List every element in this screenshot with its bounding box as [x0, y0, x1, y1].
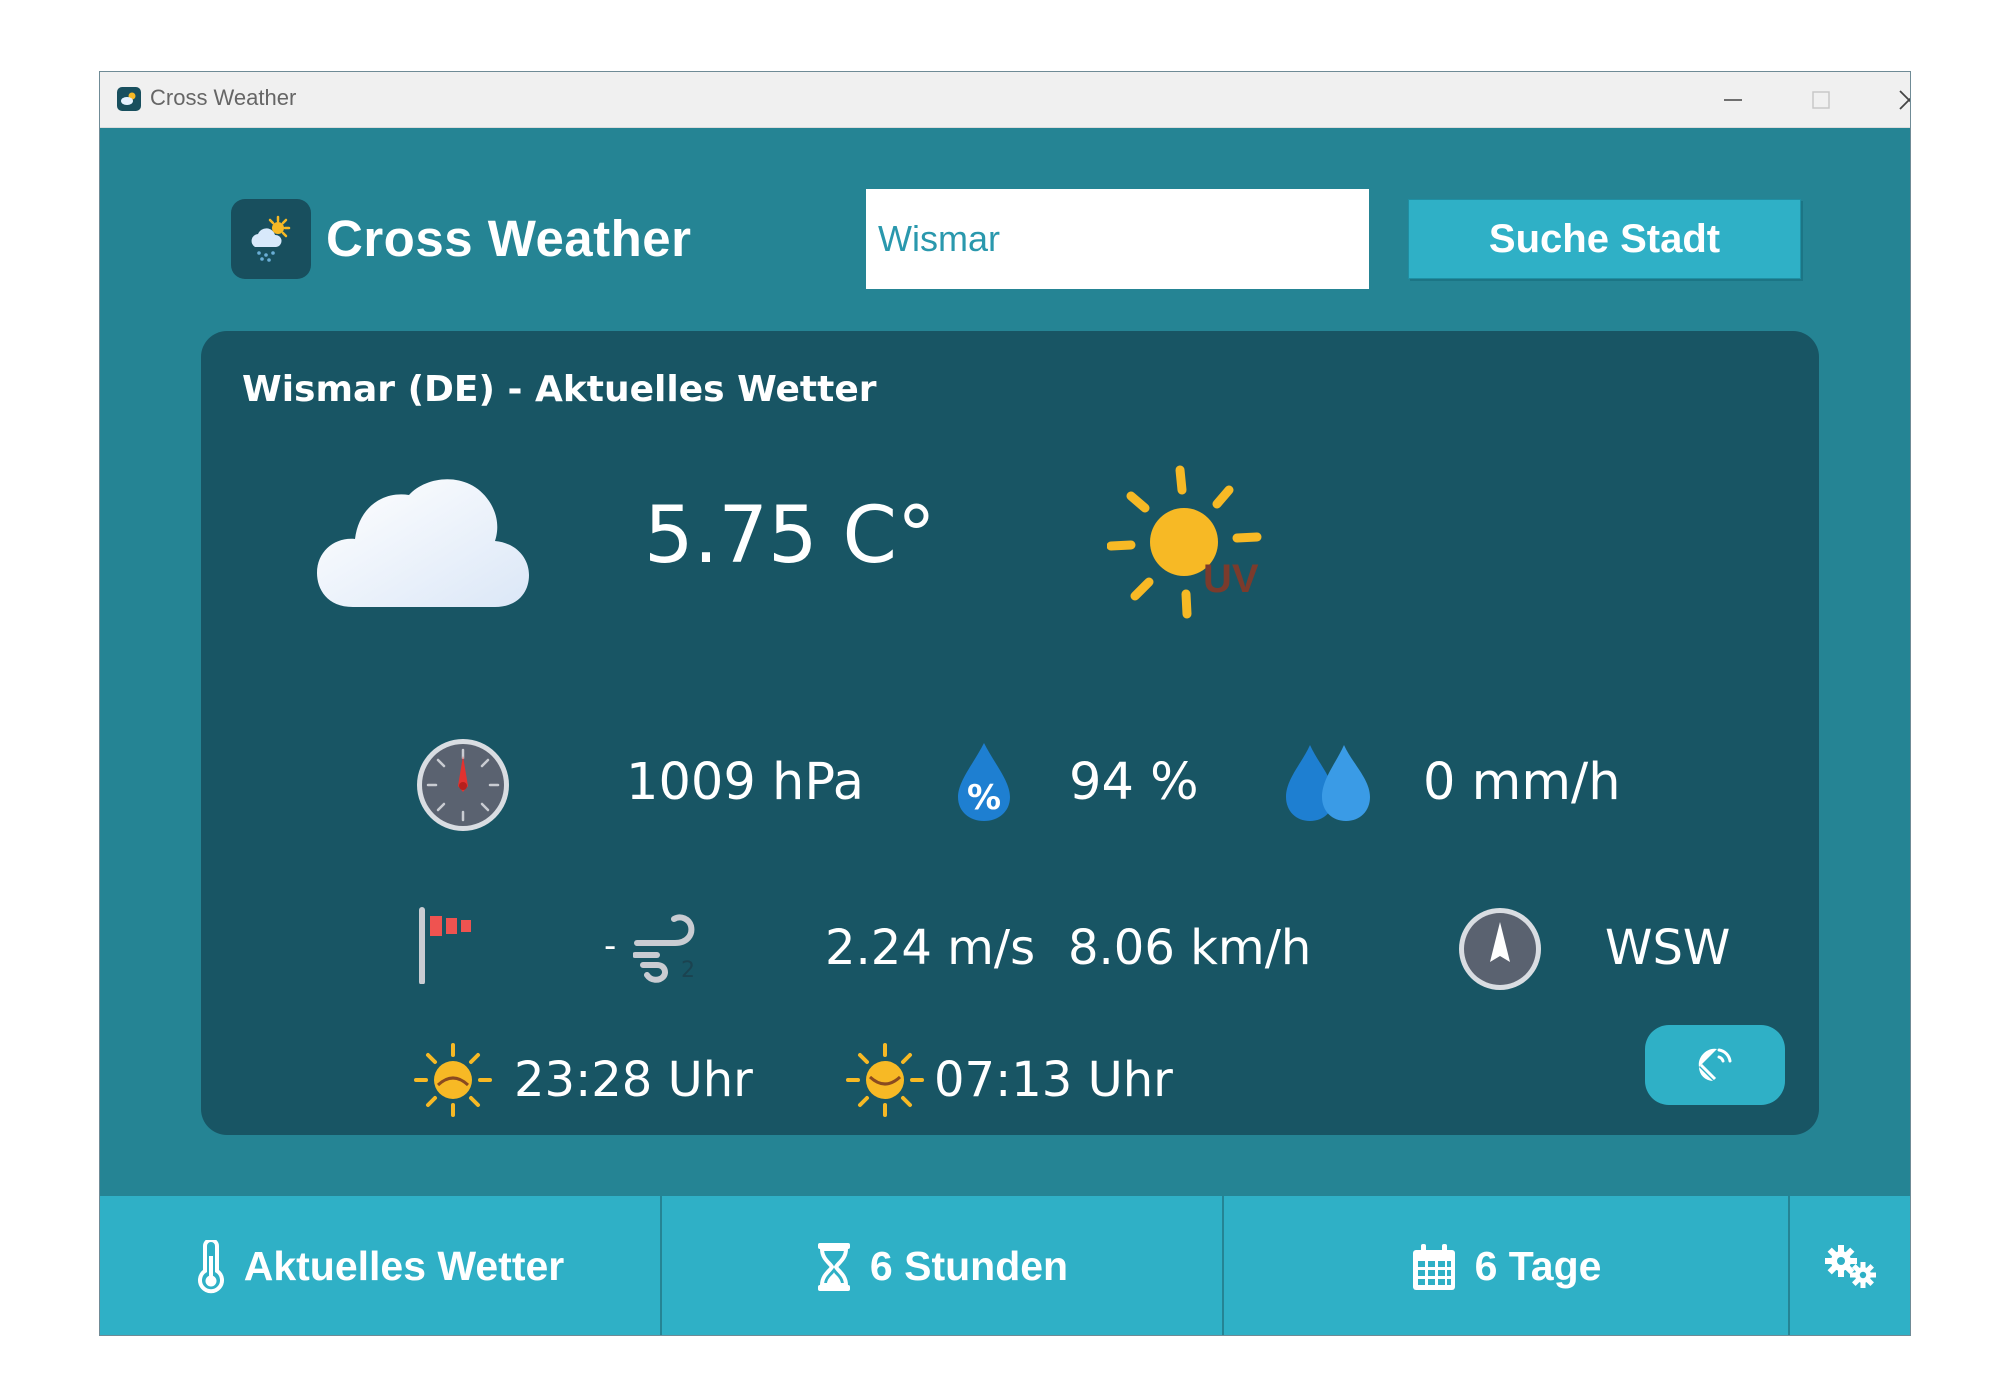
uv-label: UV: [1203, 557, 1259, 601]
window-title: Cross Weather: [150, 85, 297, 110]
minimize-button[interactable]: [1690, 72, 1776, 128]
close-icon: [1899, 90, 1910, 110]
precipitation-value: 0 mm/h: [1423, 753, 1621, 812]
maximize-button[interactable]: [1778, 72, 1864, 128]
tab-current-weather[interactable]: Aktuelles Wetter: [100, 1196, 662, 1335]
humidity-drop-icon: %: [958, 743, 1010, 821]
pressure-value: 1009 hPa: [626, 753, 865, 812]
humidity-value: 94 %: [1069, 753, 1199, 812]
tab-current-weather-label: Aktuelles Wetter: [243, 1243, 565, 1289]
sunset-icon: [846, 1043, 924, 1117]
wind-direction-value: WSW: [1605, 920, 1731, 976]
humidity-icon-label: %: [967, 778, 1001, 818]
tab-six-days-label: 6 Tage: [1474, 1243, 1602, 1289]
app-logo: [231, 199, 311, 279]
tab-six-hours-label: 6 Stunden: [869, 1243, 1069, 1289]
title-bar: Cross Weather: [100, 72, 1910, 128]
calendar-icon: [1412, 1243, 1455, 1290]
search-city-button[interactable]: Suche Stadt: [1408, 199, 1801, 279]
uv-sun-icon: UV: [1107, 465, 1262, 619]
satellite-dish-icon: [1698, 1048, 1732, 1081]
cloud-icon: [317, 479, 529, 607]
wind-icon: 2: [633, 914, 695, 983]
compass-icon: [1459, 908, 1541, 990]
close-button[interactable]: [1866, 72, 1910, 128]
location-heading: Wismar (DE) - Aktuelles Wetter: [242, 369, 877, 410]
app-title: Cross Weather: [326, 210, 692, 267]
tab-six-days[interactable]: 6 Tage: [1224, 1196, 1790, 1335]
sunset-time: 07:13 Uhr: [934, 1052, 1173, 1108]
windsock-icon: [419, 907, 471, 984]
temperature-value: 5.75 C°: [644, 491, 936, 581]
bottom-navigation: Aktuelles Wetter 6 Stunden 6 Tage: [100, 1195, 1910, 1335]
app-window: Cross Weather Cross Weather Suche Stadt …: [99, 71, 1911, 1336]
sunrise-icon: [414, 1043, 492, 1117]
app-icon: [117, 87, 141, 111]
wind-level-sub: 2: [681, 958, 695, 983]
precipitation-drops-icon: [1286, 745, 1370, 821]
current-weather-card: Wismar (DE) - Aktuelles Wetter 5.75 C° U…: [201, 331, 1819, 1135]
weather-logo-icon: [251, 215, 291, 262]
gears-icon: [1825, 1244, 1876, 1288]
thermometer-icon: [197, 1239, 224, 1293]
hourglass-icon: [817, 1242, 850, 1291]
wind-speed-kmh: 8.06 km/h: [1068, 920, 1312, 976]
barometer-icon: [417, 739, 509, 831]
minimize-icon: [1724, 99, 1742, 101]
tab-six-hours[interactable]: 6 Stunden: [662, 1196, 1224, 1335]
sunrise-time: 23:28 Uhr: [514, 1052, 753, 1108]
wind-level-value: -: [604, 926, 617, 966]
city-search-input[interactable]: [866, 189, 1369, 289]
wind-speed-ms: 2.24 m/s: [825, 920, 1036, 976]
maximize-icon: [1812, 91, 1830, 109]
locate-button[interactable]: [1645, 1025, 1785, 1105]
settings-button[interactable]: [1790, 1196, 1910, 1335]
